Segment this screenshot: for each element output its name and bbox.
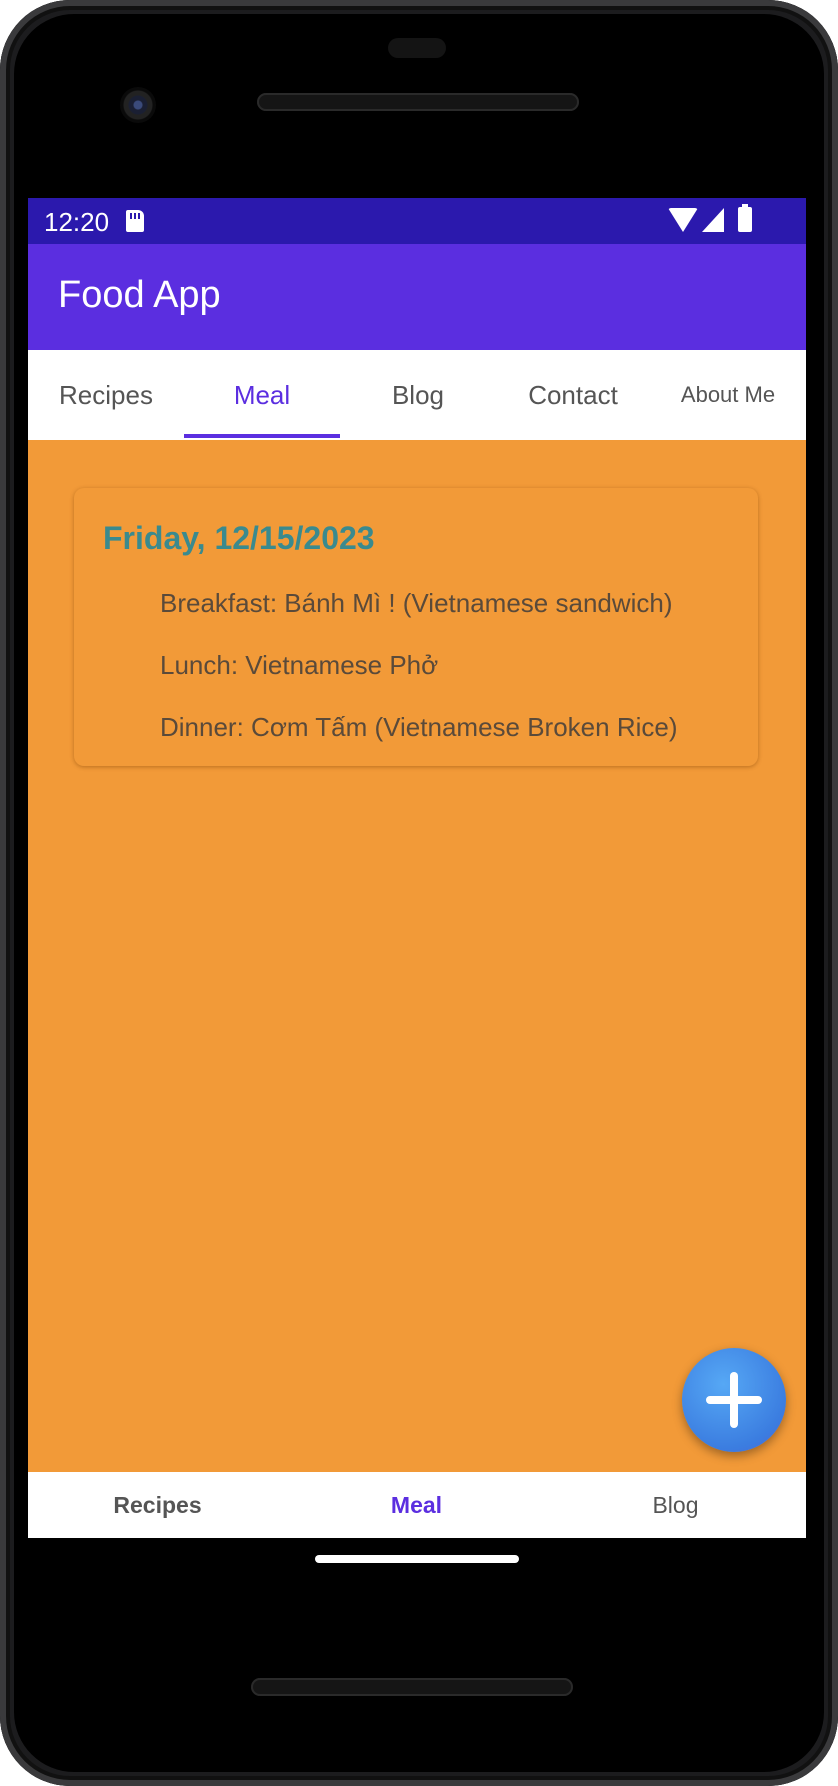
bottom-nav-meal[interactable]: Meal xyxy=(287,1472,546,1538)
active-tab-indicator xyxy=(184,434,340,438)
tab-blog[interactable]: Blog xyxy=(340,350,496,440)
meal-plan-card: Friday, 12/15/2023 Breakfast: Bánh Mì ! … xyxy=(74,488,758,766)
earpiece-speaker xyxy=(257,93,579,111)
cell-signal-icon xyxy=(702,208,724,232)
app-bar: Food App xyxy=(28,244,806,350)
status-time: 12:20 xyxy=(44,207,110,237)
tab-contact[interactable]: Contact xyxy=(495,350,651,440)
tab-about-me[interactable]: About Me xyxy=(650,350,806,440)
bottom-navigation: Recipes Meal Blog xyxy=(28,1472,806,1538)
sd-card-icon xyxy=(126,210,144,232)
status-bar: 12:20 xyxy=(28,198,806,244)
app-title: Food App xyxy=(58,274,221,316)
breakfast-item: Breakfast: Bánh Mì ! (Vietnamese sandwic… xyxy=(160,588,673,618)
front-camera-icon xyxy=(120,87,156,123)
home-indicator[interactable] xyxy=(315,1555,519,1563)
lunch-item: Lunch: Vietnamese Phở xyxy=(160,650,439,680)
app-screen: 12:20 Food App Recipes Meal Blog Contact… xyxy=(28,198,806,1538)
meal-date: Friday, 12/15/2023 xyxy=(103,520,375,556)
tab-meal[interactable]: Meal xyxy=(184,350,340,440)
add-meal-button[interactable] xyxy=(682,1348,786,1452)
bottom-nav-blog[interactable]: Blog xyxy=(546,1472,805,1538)
bottom-nav-recipes[interactable]: Recipes xyxy=(28,1472,287,1538)
proximity-sensor xyxy=(388,38,446,58)
bottom-speaker xyxy=(251,1678,573,1696)
phone-frame: 12:20 Food App Recipes Meal Blog Contact… xyxy=(0,0,838,1786)
battery-icon xyxy=(738,204,752,232)
tab-recipes[interactable]: Recipes xyxy=(28,350,184,440)
top-tab-bar: Recipes Meal Blog Contact About Me xyxy=(28,350,806,440)
dinner-item: Dinner: Cơm Tấm (Vietnamese Broken Rice) xyxy=(160,712,678,742)
wifi-icon xyxy=(668,208,698,232)
